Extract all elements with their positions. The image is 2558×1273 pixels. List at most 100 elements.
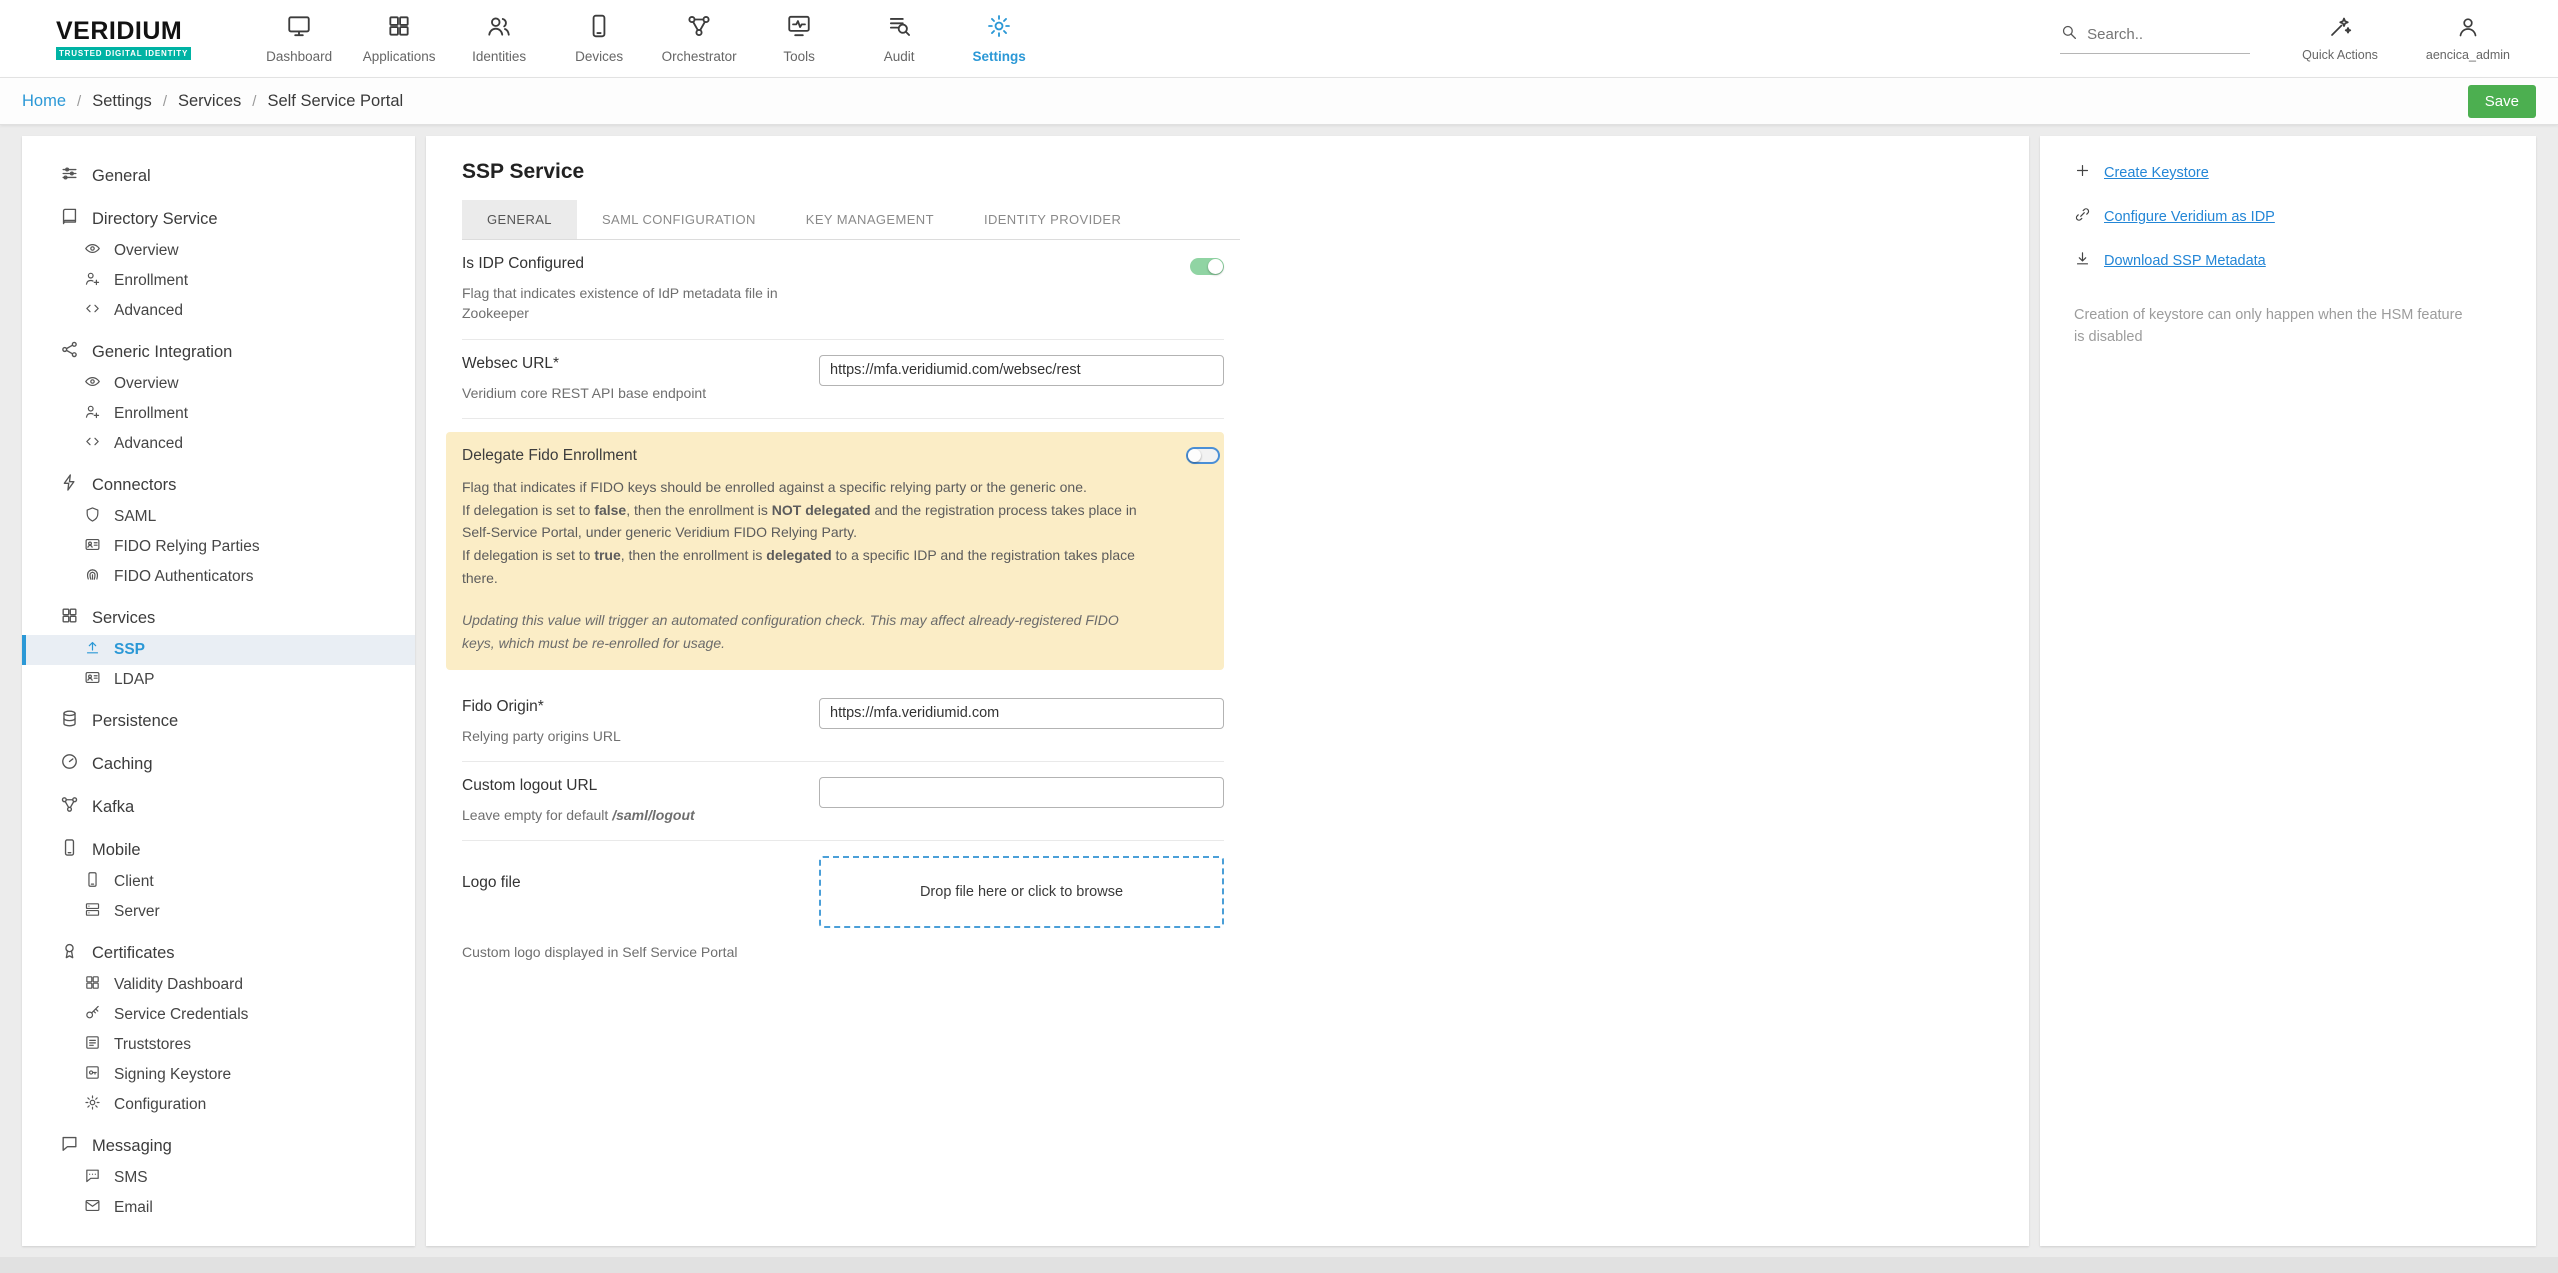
tab-general[interactable]: GENERAL bbox=[462, 200, 577, 239]
sidebar-item-sms[interactable]: SMS bbox=[22, 1163, 415, 1193]
side-actions-panel: Create Keystore Configure Veridium as ID… bbox=[2040, 136, 2536, 1246]
share-icon bbox=[60, 340, 79, 364]
tab-saml-configuration[interactable]: SAML CONFIGURATION bbox=[577, 200, 781, 239]
breadcrumb-self-service-portal[interactable]: Self Service Portal bbox=[241, 92, 403, 111]
save-button[interactable]: Save bbox=[2468, 85, 2536, 118]
nav-item-applications[interactable]: Applications bbox=[349, 13, 449, 64]
chat-icon bbox=[60, 1134, 79, 1158]
sidebar-item-label: Kafka bbox=[92, 798, 134, 817]
field-custom-logout-url: Custom logout URL Leave empty for defaul… bbox=[462, 762, 1224, 841]
veridium-logo[interactable]: VERIDIUM TRUSTED DIGITAL IDENTITY bbox=[56, 17, 191, 60]
action-download-ssp-metadata[interactable]: Download SSP Metadata bbox=[2074, 250, 2502, 272]
is-idp-toggle[interactable] bbox=[1190, 258, 1224, 275]
tab-key-management[interactable]: KEY MANAGEMENT bbox=[781, 200, 959, 239]
sidebar-item-enrollment[interactable]: Enrollment bbox=[22, 399, 415, 429]
code-icon bbox=[84, 300, 101, 322]
sidebar-item-messaging[interactable]: Messaging bbox=[22, 1129, 415, 1163]
sidebar-item-service-credentials[interactable]: Service Credentials bbox=[22, 1000, 415, 1030]
link-icon bbox=[2074, 206, 2091, 228]
action-configure-veridium-as-idp[interactable]: Configure Veridium as IDP bbox=[2074, 206, 2502, 228]
sidebar-item-label: Generic Integration bbox=[92, 343, 232, 362]
sidebar-item-caching[interactable]: Caching bbox=[22, 747, 415, 781]
nav-item-label: Identities bbox=[472, 49, 526, 64]
sidebar-item-validity-dashboard[interactable]: Validity Dashboard bbox=[22, 970, 415, 1000]
sidebar-item-label: Enrollment bbox=[114, 405, 188, 423]
nav-item-tools[interactable]: Tools bbox=[749, 13, 849, 64]
breadcrumb-home[interactable]: Home bbox=[22, 92, 66, 111]
delegate-fido-warning: Updating this value will trigger an auto… bbox=[462, 609, 1152, 654]
sidebar-item-connectors[interactable]: Connectors bbox=[22, 468, 415, 502]
fido-origin-input[interactable] bbox=[819, 698, 1224, 729]
sidebar-item-label: SAML bbox=[114, 508, 156, 526]
nav-item-label: Orchestrator bbox=[662, 49, 737, 64]
monitor-icon bbox=[286, 13, 312, 44]
logo-dropzone[interactable]: Drop file here or click to browse bbox=[819, 856, 1224, 928]
sidebar-item-certificates[interactable]: Certificates bbox=[22, 936, 415, 970]
keystore-actions: Create Keystore Configure Veridium as ID… bbox=[2074, 162, 2502, 272]
sidebar-item-client[interactable]: Client bbox=[22, 867, 415, 897]
sidebar-item-server[interactable]: Server bbox=[22, 897, 415, 927]
sidebar-item-generic-integration[interactable]: Generic Integration bbox=[22, 335, 415, 369]
delegate-fido-desc: Flag that indicates if FIDO keys should … bbox=[462, 476, 1152, 589]
sidebar-item-ldap[interactable]: LDAP bbox=[22, 665, 415, 695]
breadcrumb-bar: Home Settings Services Self Service Port… bbox=[0, 78, 2558, 125]
ssp-general-form: Is IDP Configured Flag that indicates ex… bbox=[462, 240, 1224, 977]
top-action-aencica-admin[interactable]: aencica_admin bbox=[2426, 15, 2510, 62]
sidebar-item-enrollment[interactable]: Enrollment bbox=[22, 266, 415, 296]
websec-url-input[interactable] bbox=[819, 355, 1224, 386]
delegate-fido-toggle[interactable] bbox=[1186, 447, 1220, 464]
sidebar-item-label: Advanced bbox=[114, 302, 183, 320]
top-action-quick-actions[interactable]: Quick Actions bbox=[2302, 15, 2378, 62]
server-icon bbox=[84, 901, 101, 923]
sidebar-item-persistence[interactable]: Persistence bbox=[22, 704, 415, 738]
sidebar-item-truststores[interactable]: Truststores bbox=[22, 1030, 415, 1060]
nav-item-dashboard[interactable]: Dashboard bbox=[249, 13, 349, 64]
sidebar-item-configuration[interactable]: Configuration bbox=[22, 1090, 415, 1120]
sidebar-item-label: Validity Dashboard bbox=[114, 976, 243, 994]
sidebar-item-signing-keystore[interactable]: Signing Keystore bbox=[22, 1060, 415, 1090]
sidebar-item-services[interactable]: Services bbox=[22, 601, 415, 635]
nav-item-settings[interactable]: Settings bbox=[949, 13, 1049, 64]
nav-item-devices[interactable]: Devices bbox=[549, 13, 649, 64]
nav-item-identities[interactable]: Identities bbox=[449, 13, 549, 64]
brand-name: VERIDIUM bbox=[56, 17, 191, 46]
sidebar-item-advanced[interactable]: Advanced bbox=[22, 296, 415, 326]
sidebar-item-advanced[interactable]: Advanced bbox=[22, 429, 415, 459]
tab-identity-provider[interactable]: IDENTITY PROVIDER bbox=[959, 200, 1146, 239]
breadcrumb-services[interactable]: Services bbox=[152, 92, 241, 111]
flow-icon bbox=[60, 795, 79, 819]
search-input[interactable] bbox=[2087, 26, 2250, 43]
code-icon bbox=[84, 433, 101, 455]
sidebar-item-directory-service[interactable]: Directory Service bbox=[22, 202, 415, 236]
sidebar-item-fido-relying-parties[interactable]: FIDO Relying Parties bbox=[22, 532, 415, 562]
plus-icon bbox=[2074, 162, 2091, 184]
sidebar-item-overview[interactable]: Overview bbox=[22, 236, 415, 266]
search-box bbox=[2060, 23, 2250, 54]
sidebar-item-label: Service Credentials bbox=[114, 1006, 248, 1024]
enroll-icon bbox=[84, 403, 101, 425]
brand-tagline: TRUSTED DIGITAL IDENTITY bbox=[56, 47, 191, 60]
idcard-icon bbox=[84, 536, 101, 558]
breadcrumb-settings[interactable]: Settings bbox=[66, 92, 152, 111]
sidebar-item-label: Messaging bbox=[92, 1137, 172, 1156]
sidebar-item-fido-authenticators[interactable]: FIDO Authenticators bbox=[22, 562, 415, 592]
sidebar-item-general[interactable]: General bbox=[22, 159, 415, 193]
sidebar-item-kafka[interactable]: Kafka bbox=[22, 790, 415, 824]
action-label: Download SSP Metadata bbox=[2104, 253, 2266, 269]
sidebar-item-overview[interactable]: Overview bbox=[22, 369, 415, 399]
custom-logout-url-input[interactable] bbox=[819, 777, 1224, 808]
action-create-keystore[interactable]: Create Keystore bbox=[2074, 162, 2502, 184]
sidebar-item-ssp[interactable]: SSP bbox=[22, 635, 415, 665]
sidebar-item-mobile[interactable]: Mobile bbox=[22, 833, 415, 867]
nav-item-orchestrator[interactable]: Orchestrator bbox=[649, 13, 749, 64]
ssp-service-panel: SSP Service GENERAL SAML CONFIGURATION K… bbox=[426, 136, 2029, 1246]
sidebar-item-label: Overview bbox=[114, 375, 179, 393]
sidebar-item-saml[interactable]: SAML bbox=[22, 502, 415, 532]
sidebar-item-email[interactable]: Email bbox=[22, 1193, 415, 1223]
gear-icon bbox=[986, 13, 1012, 44]
main-nav: Dashboard Applications Identities Device… bbox=[249, 13, 1049, 64]
app-root: VERIDIUM TRUSTED DIGITAL IDENTITY Dashbo… bbox=[0, 0, 2558, 1273]
nav-item-audit[interactable]: Audit bbox=[849, 13, 949, 64]
content-area: General Directory Service Overview Enrol… bbox=[0, 125, 2558, 1246]
key-icon bbox=[84, 1004, 101, 1026]
